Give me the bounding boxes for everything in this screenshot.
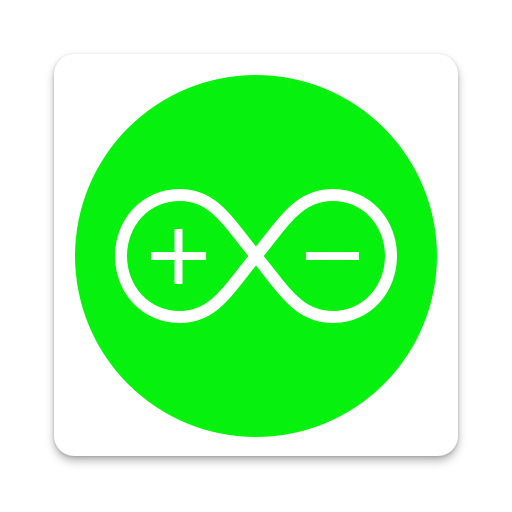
infinity-plus-minus-icon <box>75 75 437 437</box>
app-icon[interactable] <box>0 0 512 512</box>
